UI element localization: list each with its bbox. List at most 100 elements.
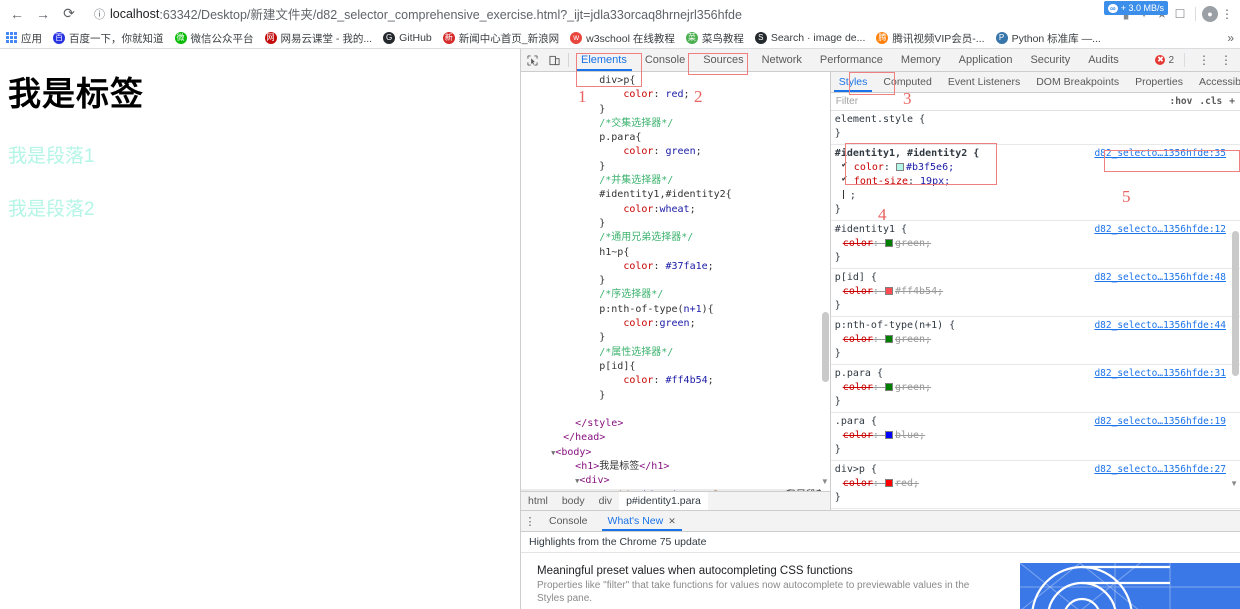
styles-tab-styles[interactable]: Styles <box>831 72 876 92</box>
scrollbar-thumb[interactable] <box>1232 231 1239 376</box>
avatar[interactable]: ● <box>1202 5 1218 22</box>
devtools-tab-audits[interactable]: Audits <box>1079 49 1128 71</box>
dom-source-line[interactable]: /*并集选择器*/ <box>521 174 830 188</box>
new-style-rule-button[interactable]: + <box>1229 96 1235 107</box>
bookmark-item[interactable]: S Search · image de... <box>750 30 871 46</box>
error-badge[interactable]: ✖ 2 <box>1155 55 1174 66</box>
declaration-value[interactable]: green; <box>895 382 931 393</box>
dom-source-line[interactable]: color: green; <box>521 145 830 159</box>
reload-button[interactable]: ⟳ <box>56 1 82 27</box>
rule-source-link[interactable]: d82_selecto…1356hfde:19 <box>1094 415 1226 429</box>
dom-source-line[interactable]: /*序选择器*/ <box>521 288 830 302</box>
color-swatch-icon[interactable] <box>884 239 893 247</box>
breadcrumb-item[interactable]: html <box>521 495 555 507</box>
scrollbar-thumb[interactable] <box>821 312 829 382</box>
dom-source-code[interactable]: div>p{ color: red; } /*交集选择器*/ p.para{ c… <box>521 72 830 510</box>
rule-selector[interactable]: #identity1, #identity2 { <box>835 147 980 161</box>
declaration-value[interactable]: green; <box>895 334 931 345</box>
css-rule-element-style[interactable]: element.style {} <box>830 111 1240 145</box>
devtools-tab-performance[interactable]: Performance <box>811 49 892 71</box>
drawer-more-button[interactable]: ⋮ <box>521 511 539 531</box>
declaration-property[interactable]: color <box>843 430 873 441</box>
page-info-icon[interactable]: ⓘ <box>94 6 105 22</box>
rule-selector[interactable]: p.para { <box>835 367 883 381</box>
styles-scrollbar[interactable]: ▼ <box>1230 111 1240 510</box>
dom-source-line[interactable]: <h1>我是标签</h1> <box>521 460 830 474</box>
declaration-property[interactable]: font-size <box>854 176 908 187</box>
rule-selector[interactable]: p[id] { <box>835 271 877 285</box>
devtools-more-button[interactable]: ⋮ <box>1195 53 1213 67</box>
browser-menu-button[interactable]: ⋮ <box>1218 7 1236 21</box>
filter-input[interactable]: Filter <box>836 96 1170 107</box>
dom-source-line[interactable]: p[id]{ <box>521 360 830 374</box>
css-rule[interactable]: .para {d82_selecto…1356hfde:19 color: blu… <box>830 413 1240 461</box>
css-rule[interactable]: #identity1 {d82_selecto…1356hfde:12 color… <box>830 221 1240 269</box>
declaration-value[interactable]: #b3f5e6; <box>906 162 954 173</box>
css-declaration[interactable]: color: #b3f5e6; <box>835 158 1240 175</box>
color-swatch-icon[interactable] <box>884 383 893 391</box>
bookmark-item[interactable]: 微微信公众平台 <box>170 29 259 48</box>
rule-selector[interactable]: p:nth-of-type(n+1) { <box>835 319 955 333</box>
page-paragraph-2[interactable]: 我是段落2 <box>8 194 520 221</box>
devtools-close-button[interactable]: ⋮ <box>1217 53 1235 67</box>
scroll-down-arrow-icon[interactable]: ▼ <box>821 477 829 486</box>
css-rule[interactable]: #identity1, #identity2 { d82_selecto…1356… <box>830 145 1240 221</box>
bookmark-item[interactable]: 应用 <box>0 29 47 48</box>
rule-source-link[interactable]: d82_selecto…1356hfde:35 <box>1094 147 1226 161</box>
declaration-checkbox[interactable] <box>842 158 852 172</box>
dom-source-line[interactable]: /*通用兄弟选择器*/ <box>521 231 830 245</box>
dom-source-line[interactable]: } <box>521 389 830 403</box>
css-rule[interactable]: div>p { d82_selecto…1356hfde:27 color: red… <box>830 461 1240 509</box>
dom-source-line[interactable]: color: #37fa1e; <box>521 260 830 274</box>
bookmark-item[interactable]: G GitHub <box>378 30 437 46</box>
cls-toggle[interactable]: .cls <box>1199 96 1222 107</box>
css-declaration[interactable]: font-size: 19px; <box>835 172 1240 189</box>
back-button[interactable]: ← <box>4 1 30 27</box>
css-declaration[interactable]: color: green; <box>835 237 1240 251</box>
dom-source-line[interactable]: p.para{ <box>521 131 830 145</box>
devtools-tab-sources[interactable]: Sources <box>694 49 752 71</box>
bookmark-item[interactable]: 腾腾讯视频VIP会员-... <box>871 29 989 48</box>
hov-toggle[interactable]: :hov <box>1169 96 1192 107</box>
styles-tab-accessibility[interactable]: Accessibility <box>1191 72 1240 92</box>
bookmark-item[interactable]: 菜菜鸟教程 <box>681 29 749 48</box>
styles-tab-computed[interactable]: Computed <box>875 72 939 92</box>
declaration-value[interactable]: green; <box>895 238 931 249</box>
dom-source-line[interactable] <box>521 403 830 417</box>
elements-tree-pane[interactable]: div>p{ color: red; } /*交集选择器*/ p.para{ c… <box>521 72 831 510</box>
css-declaration[interactable]: color: green; <box>835 381 1240 395</box>
bookmarks-overflow-icon[interactable]: » <box>1227 31 1240 45</box>
dom-source-line[interactable]: /*交集选择器*/ <box>521 117 830 131</box>
color-swatch-icon[interactable] <box>884 431 893 439</box>
dom-source-line[interactable]: </head> <box>521 431 830 445</box>
dom-source-line[interactable]: } <box>521 331 830 345</box>
rule-source-link[interactable]: d82_selecto…1356hfde:27 <box>1094 463 1226 477</box>
breadcrumb-item[interactable]: div <box>592 495 619 507</box>
dom-source-line[interactable]: p:nth-of-type(n+1){ <box>521 303 830 317</box>
declaration-value[interactable]: #ff4b54; <box>895 286 943 297</box>
color-swatch-icon[interactable] <box>895 163 904 171</box>
dom-source-line[interactable]: h1~p{ <box>521 246 830 260</box>
drawer-tab-what-s-new[interactable]: What's New ✕ <box>598 511 686 531</box>
toggle-device-toolbar-button[interactable] <box>543 49 565 71</box>
declaration-checkbox[interactable] <box>842 172 852 186</box>
bookmark-item[interactable]: 百百度一下，你就知道 <box>48 29 169 48</box>
drawer-tab-console[interactable]: Console <box>539 511 598 531</box>
css-declaration[interactable]: color: red; <box>835 477 1240 491</box>
css-rule[interactable]: p:nth-of-type(n+1) {d82_selecto…1356hfde… <box>830 317 1240 365</box>
network-speed-badge[interactable]: ∞ + 3.0 MB/s <box>1104 1 1168 15</box>
color-swatch-icon[interactable] <box>884 479 893 487</box>
dom-source-line[interactable]: } <box>521 160 830 174</box>
rule-selector[interactable]: div>p { <box>835 463 877 477</box>
color-swatch-icon[interactable] <box>884 335 893 343</box>
bookmark-item[interactable]: w w3school 在线教程 <box>565 29 680 48</box>
dom-source-line[interactable]: </style> <box>521 417 830 431</box>
declaration-value[interactable]: 19px; <box>920 176 950 187</box>
declaration-property[interactable]: color <box>843 382 873 393</box>
declaration-value[interactable]: blue; <box>895 430 925 441</box>
rule-source-link[interactable]: d82_selecto…1356hfde:48 <box>1094 271 1226 285</box>
inspect-element-button[interactable] <box>521 49 543 71</box>
dom-source-line[interactable]: color:green; <box>521 317 830 331</box>
css-rule[interactable]: p.para {d82_selecto…1356hfde:31 color: gr… <box>830 365 1240 413</box>
devtools-tab-memory[interactable]: Memory <box>892 49 950 71</box>
